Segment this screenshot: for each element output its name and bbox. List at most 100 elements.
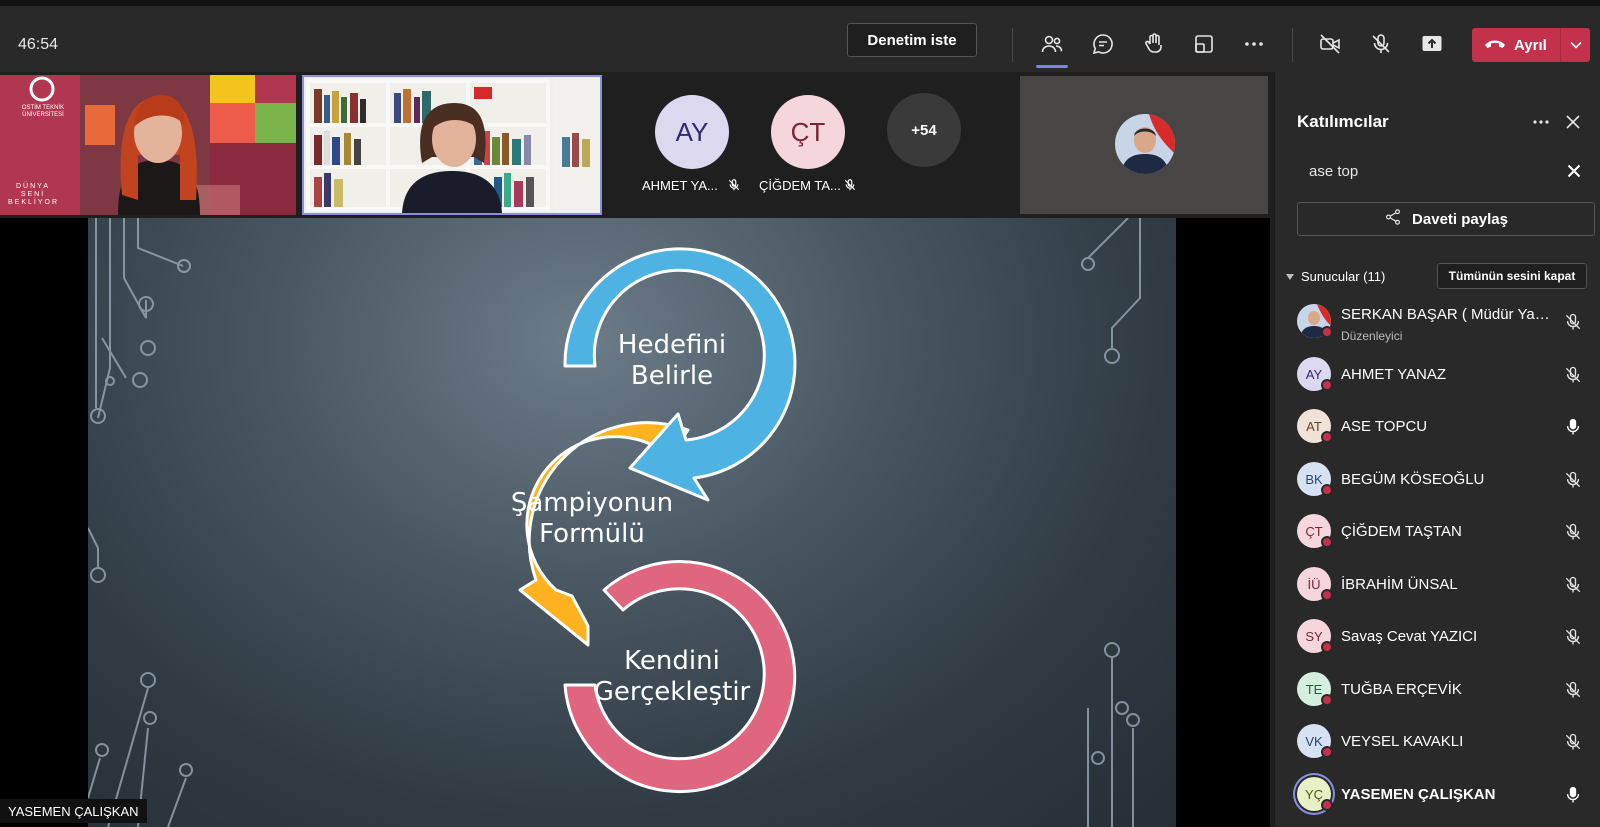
university-banner-text: DÜNYA SENİ BEKLİYOR (8, 183, 60, 206)
share-tray-icon[interactable] (1188, 28, 1220, 60)
avatar-initials: ÇT (790, 116, 826, 147)
participant-row[interactable]: BK BEGÜM KÖSEOĞLU (1275, 454, 1600, 506)
hang-up-icon (1484, 37, 1506, 54)
avatar-initials: TE (1305, 681, 1323, 697)
chevron-down-icon[interactable] (1561, 28, 1590, 62)
caret-down-icon (1285, 269, 1295, 284)
presence-badge (1321, 694, 1333, 706)
university-logo-text: OSTİM TEKNİK ÜNİVERSİTESİ (21, 105, 65, 118)
participant-row[interactable]: AT ASE TOPCU (1275, 401, 1600, 453)
avatar-initials: YÇ (1304, 786, 1324, 802)
presenter-name-caption: YASEMEN ÇALIŞKAN (0, 799, 147, 823)
mute-all-button[interactable]: Tümünün sesini kapat (1437, 263, 1587, 289)
participants-panel: Katılımcılar ase top Daveti paylaş Sunuc… (1274, 72, 1600, 827)
presence-badge (1321, 589, 1333, 601)
participant-name: TUĞBA ERÇEVİK (1341, 681, 1462, 698)
step-3-line-2: Gerçekleştir (593, 677, 751, 707)
participant-name: AHMET YANAZ (1341, 366, 1447, 383)
participant-avatar[interactable]: ÇT (771, 95, 845, 169)
presenters-section-header[interactable]: Sunucular (11) (1285, 269, 1385, 284)
chat-icon[interactable] (1087, 28, 1119, 60)
participant-name: VEYSEL KAVAKLI (1341, 733, 1464, 750)
presence-badge (1321, 326, 1333, 338)
avatar-initials: SY (1305, 628, 1323, 644)
mic-off-icon[interactable] (1563, 575, 1583, 595)
participant-photo-tile[interactable] (1020, 76, 1268, 214)
more-participants-bubble[interactable]: +54 (887, 93, 961, 167)
camera-off-icon[interactable] (1314, 28, 1346, 60)
participant-row[interactable]: SY Savaş Cevat YAZICI (1275, 611, 1600, 663)
share-invite-button[interactable]: Daveti paylaş (1297, 202, 1595, 236)
participant-name: SERKAN BAŞAR ( Müdür Yard... (1341, 306, 1551, 323)
mic-on-icon[interactable] (1563, 417, 1583, 437)
leave-label: Ayrıl (1514, 36, 1547, 54)
active-speaker-video-tile[interactable] (302, 75, 602, 215)
panel-title: Katılımcılar (1297, 112, 1389, 131)
avatar-initials: AT (1306, 418, 1322, 434)
participant-name: ÇİĞDEM TA... (759, 178, 841, 193)
avatar-initials: BK (1305, 471, 1323, 487)
mic-off-icon (727, 178, 741, 192)
mic-off-icon[interactable] (1563, 365, 1583, 385)
participant-row[interactable]: İÜ İBRAHİM ÜNSAL (1275, 559, 1600, 611)
participants-icon[interactable] (1036, 28, 1068, 68)
mic-off-icon (843, 178, 857, 192)
participant-row[interactable]: VK VEYSEL KAVAKLI (1275, 716, 1600, 768)
participant-avatar[interactable]: AY (655, 95, 729, 169)
meeting-toolbar: 46:54 Denetim iste Ayrıl (0, 0, 1600, 72)
presence-badge (1321, 746, 1333, 758)
meeting-timer: 46:54 (18, 36, 59, 53)
more-options-icon[interactable] (1529, 110, 1553, 134)
share-screen-icon[interactable] (1416, 28, 1448, 60)
participant-row[interactable]: AY AHMET YANAZ (1275, 349, 1600, 401)
raise-hand-icon[interactable] (1138, 28, 1170, 60)
participant-name: Savaş Cevat YAZICI (1341, 628, 1478, 645)
participant-row[interactable]: SERKAN BAŞAR ( Müdür Yard... Düzenleyici (1275, 296, 1600, 348)
participant-name: ÇİĞDEM TAŞTAN (1341, 523, 1462, 540)
step-2-line-2: Formülü (539, 519, 645, 549)
share-invite-label: Daveti paylaş (1412, 210, 1508, 228)
step-3-line-1: Kendini (624, 646, 720, 676)
teams-meeting-window: 46:54 Denetim iste Ayrıl OSTİM TEKNİK ÜN… (0, 0, 1600, 827)
leave-main-action[interactable]: Ayrıl (1472, 28, 1560, 62)
avatar-initials: ÇT (1305, 523, 1323, 539)
avatar-initials: AY (675, 116, 709, 147)
participant-name: İBRAHİM ÜNSAL (1341, 576, 1458, 593)
share-icon (1384, 208, 1402, 230)
step-2-line-1: Şampiyonun (510, 488, 674, 518)
step-1-label: Hedefini Belirle (572, 330, 772, 392)
participant-name: AHMET YA... (642, 178, 718, 193)
step-2-label: Şampiyonun Formülü (472, 488, 712, 550)
presence-badge (1321, 799, 1333, 811)
participant-video-tile[interactable]: OSTİM TEKNİK ÜNİVERSİTESİ DÜNYA SENİ BEK… (0, 75, 296, 215)
mic-off-icon[interactable] (1563, 680, 1583, 700)
more-actions-icon[interactable] (1238, 28, 1270, 60)
clear-search-icon[interactable] (1563, 160, 1585, 182)
leave-button[interactable]: Ayrıl (1472, 28, 1590, 62)
presence-badge (1321, 379, 1333, 391)
participant-role: Düzenleyici (1341, 329, 1403, 343)
request-control-button[interactable]: Denetim iste (847, 23, 977, 57)
step-1-line-1: Hedefini (617, 330, 727, 360)
avatar (1115, 114, 1175, 174)
participant-row[interactable]: YÇ YASEMEN ÇALIŞKAN (1275, 769, 1600, 821)
mic-off-icon[interactable] (1365, 28, 1397, 60)
toolbar-divider (1292, 28, 1293, 62)
mic-off-icon[interactable] (1563, 522, 1583, 542)
participant-search-input[interactable]: ase top (1309, 163, 1358, 180)
participant-name: ASE TOPCU (1341, 418, 1428, 435)
mic-on-icon[interactable] (1563, 785, 1583, 805)
step-3-label: Kendini Gerçekleştir (562, 646, 782, 708)
participant-name: BEGÜM KÖSEOĞLU (1341, 471, 1485, 488)
participant-row[interactable]: ÇT ÇİĞDEM TAŞTAN (1275, 506, 1600, 558)
mic-off-icon[interactable] (1563, 312, 1583, 332)
participant-row[interactable]: TE TUĞBA ERÇEVİK (1275, 664, 1600, 716)
shared-presentation-slide[interactable]: Hedefini Belirle Şampiyonun Formülü Kend… (88, 218, 1176, 827)
mic-off-icon[interactable] (1563, 732, 1583, 752)
close-icon[interactable] (1561, 110, 1585, 134)
section-label: Sunucular (11) (1301, 269, 1386, 284)
avatar-initials: İÜ (1307, 576, 1321, 592)
mic-off-icon[interactable] (1563, 627, 1583, 647)
mic-off-icon[interactable] (1563, 470, 1583, 490)
toolbar-divider (1012, 28, 1013, 62)
